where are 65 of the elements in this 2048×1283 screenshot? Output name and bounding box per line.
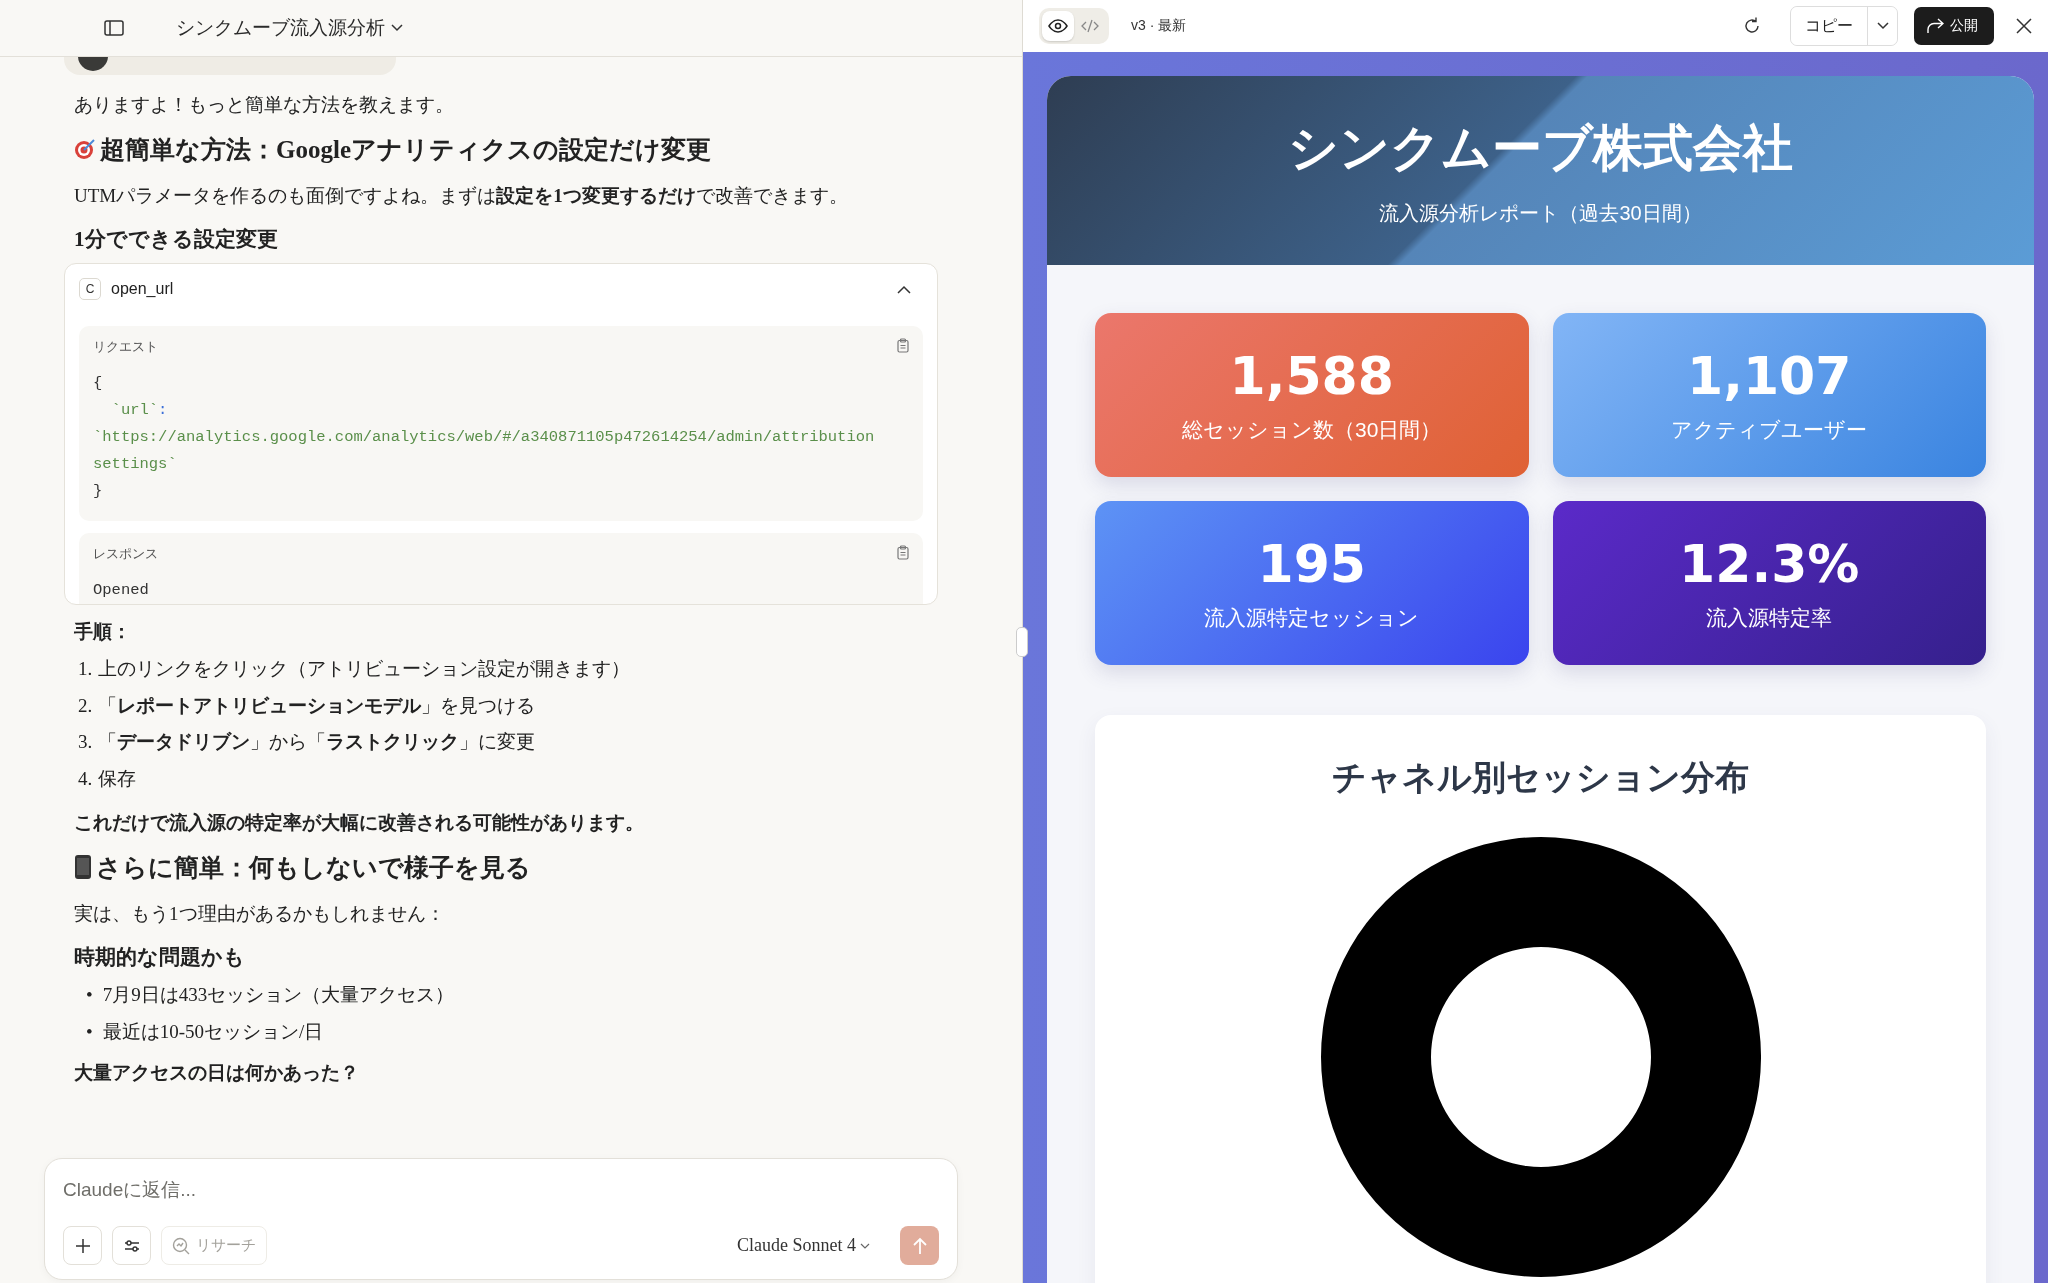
eye-icon[interactable] xyxy=(1042,11,1074,41)
chart-title: チャネル別セッション分布 xyxy=(1332,756,1749,799)
report-subtitle: 流入源分析レポート（過去30日間） xyxy=(1379,200,1702,226)
heading: 超簡単な方法：Googleアナリティクスの設定だけ変更 xyxy=(100,134,711,165)
section-label: リクエスト xyxy=(93,338,158,357)
code-line: Opened xyxy=(93,580,150,602)
add-button[interactable] xyxy=(63,1226,102,1265)
section-label: レスポンス xyxy=(93,545,158,564)
chevron-icon[interactable] xyxy=(897,284,911,294)
caret-icon[interactable] xyxy=(1867,7,1897,45)
tool-name: open_url xyxy=(111,280,175,299)
bullet-item: 7月9日は433セッション（大量アクセス） xyxy=(102,983,455,1008)
heading: 1分でできる設定変更 xyxy=(74,226,279,254)
list-number: 1. xyxy=(78,657,93,682)
stat-label: アクティブユーザー xyxy=(1671,417,1868,443)
reply-input-field[interactable]: Claudeに返信... リサーチ Claude Sonnet 4 xyxy=(44,1158,958,1280)
copy-icon[interactable] xyxy=(897,338,909,354)
stat-value: 1,107 xyxy=(1687,346,1852,406)
step-item: 「レポートアトリビューションモデル」を見つける xyxy=(98,693,536,718)
stat-value: 195 xyxy=(1257,534,1366,594)
model-selector[interactable]: Claude Sonnet 4 xyxy=(731,1234,876,1257)
step-item: 保存 xyxy=(98,766,137,791)
paragraph: UTMパラメータを作るのも面倒ですよね。まずは設定を1つ変更するだけで改善できます。 xyxy=(74,183,849,208)
bullet-item: 最近は10-50セッション/日 xyxy=(102,1019,324,1044)
heading: さらに簡単：何もしないで様子を見る xyxy=(96,852,531,883)
heading: 時期的な問題かも xyxy=(74,944,246,972)
stat-value: 12.3% xyxy=(1679,534,1860,594)
stat-label: 流入源特定セッション xyxy=(1204,605,1420,631)
plus-icon xyxy=(74,1237,91,1254)
version-label: v3 · 最新 xyxy=(1131,17,1188,35)
share-icon xyxy=(1926,18,1944,34)
code-line: `url`: xyxy=(110,400,169,422)
publish-button[interactable]: 公開 xyxy=(1914,7,1994,45)
list-number: 3. xyxy=(78,730,93,755)
heading: 大量アクセスの日は何かあった？ xyxy=(74,1061,360,1086)
chat-title[interactable]: シンクムーブ流入源分析 xyxy=(176,15,403,41)
copy-icon[interactable] xyxy=(897,545,909,561)
stat-label: 総セッション数（30日間） xyxy=(1182,417,1442,443)
resize-handle[interactable] xyxy=(1016,627,1028,657)
code-line: } xyxy=(93,481,104,503)
settings-button[interactable] xyxy=(112,1226,151,1265)
stat-value: 1,588 xyxy=(1229,346,1394,406)
paragraph: これだけで流入源の特定率が大幅に改善される可能性があります。 xyxy=(74,811,645,836)
step-item: 上のリンクをクリック（アトリビューション設定が開きます） xyxy=(98,657,631,682)
bullet-marker: • xyxy=(86,983,93,1008)
sliders-icon xyxy=(123,1238,140,1253)
paragraph: 実は、もう1つ理由があるかもしれません： xyxy=(74,901,446,926)
code-line: `https://analytics.google.com/analytics/web/#/a340871105p472614254/admin/attribution xyxy=(93,427,876,449)
tool-badge: C xyxy=(79,278,101,301)
phone-icon xyxy=(74,854,92,881)
bullet-marker: • xyxy=(86,1019,93,1044)
step-item: 「データドリブン」から「ラストクリック」に変更 xyxy=(98,730,536,755)
stat-label: 流入源特定率 xyxy=(1706,605,1833,631)
code-line: { xyxy=(93,373,104,395)
chevron-icon xyxy=(391,24,403,32)
report-title: シンクムーブ株式会社 xyxy=(1288,117,1793,179)
heading: 手順： xyxy=(74,620,132,645)
target-icon xyxy=(74,138,96,161)
list-number: 4. xyxy=(78,766,93,791)
chevron-icon xyxy=(860,1242,870,1249)
list-number: 2. xyxy=(78,693,93,718)
code-line: settings` xyxy=(93,454,178,476)
paragraph: ありますよ！もっと簡単な方法を教えます。 xyxy=(74,93,455,117)
search-icon xyxy=(172,1236,190,1255)
arrow-up-icon xyxy=(911,1236,928,1255)
